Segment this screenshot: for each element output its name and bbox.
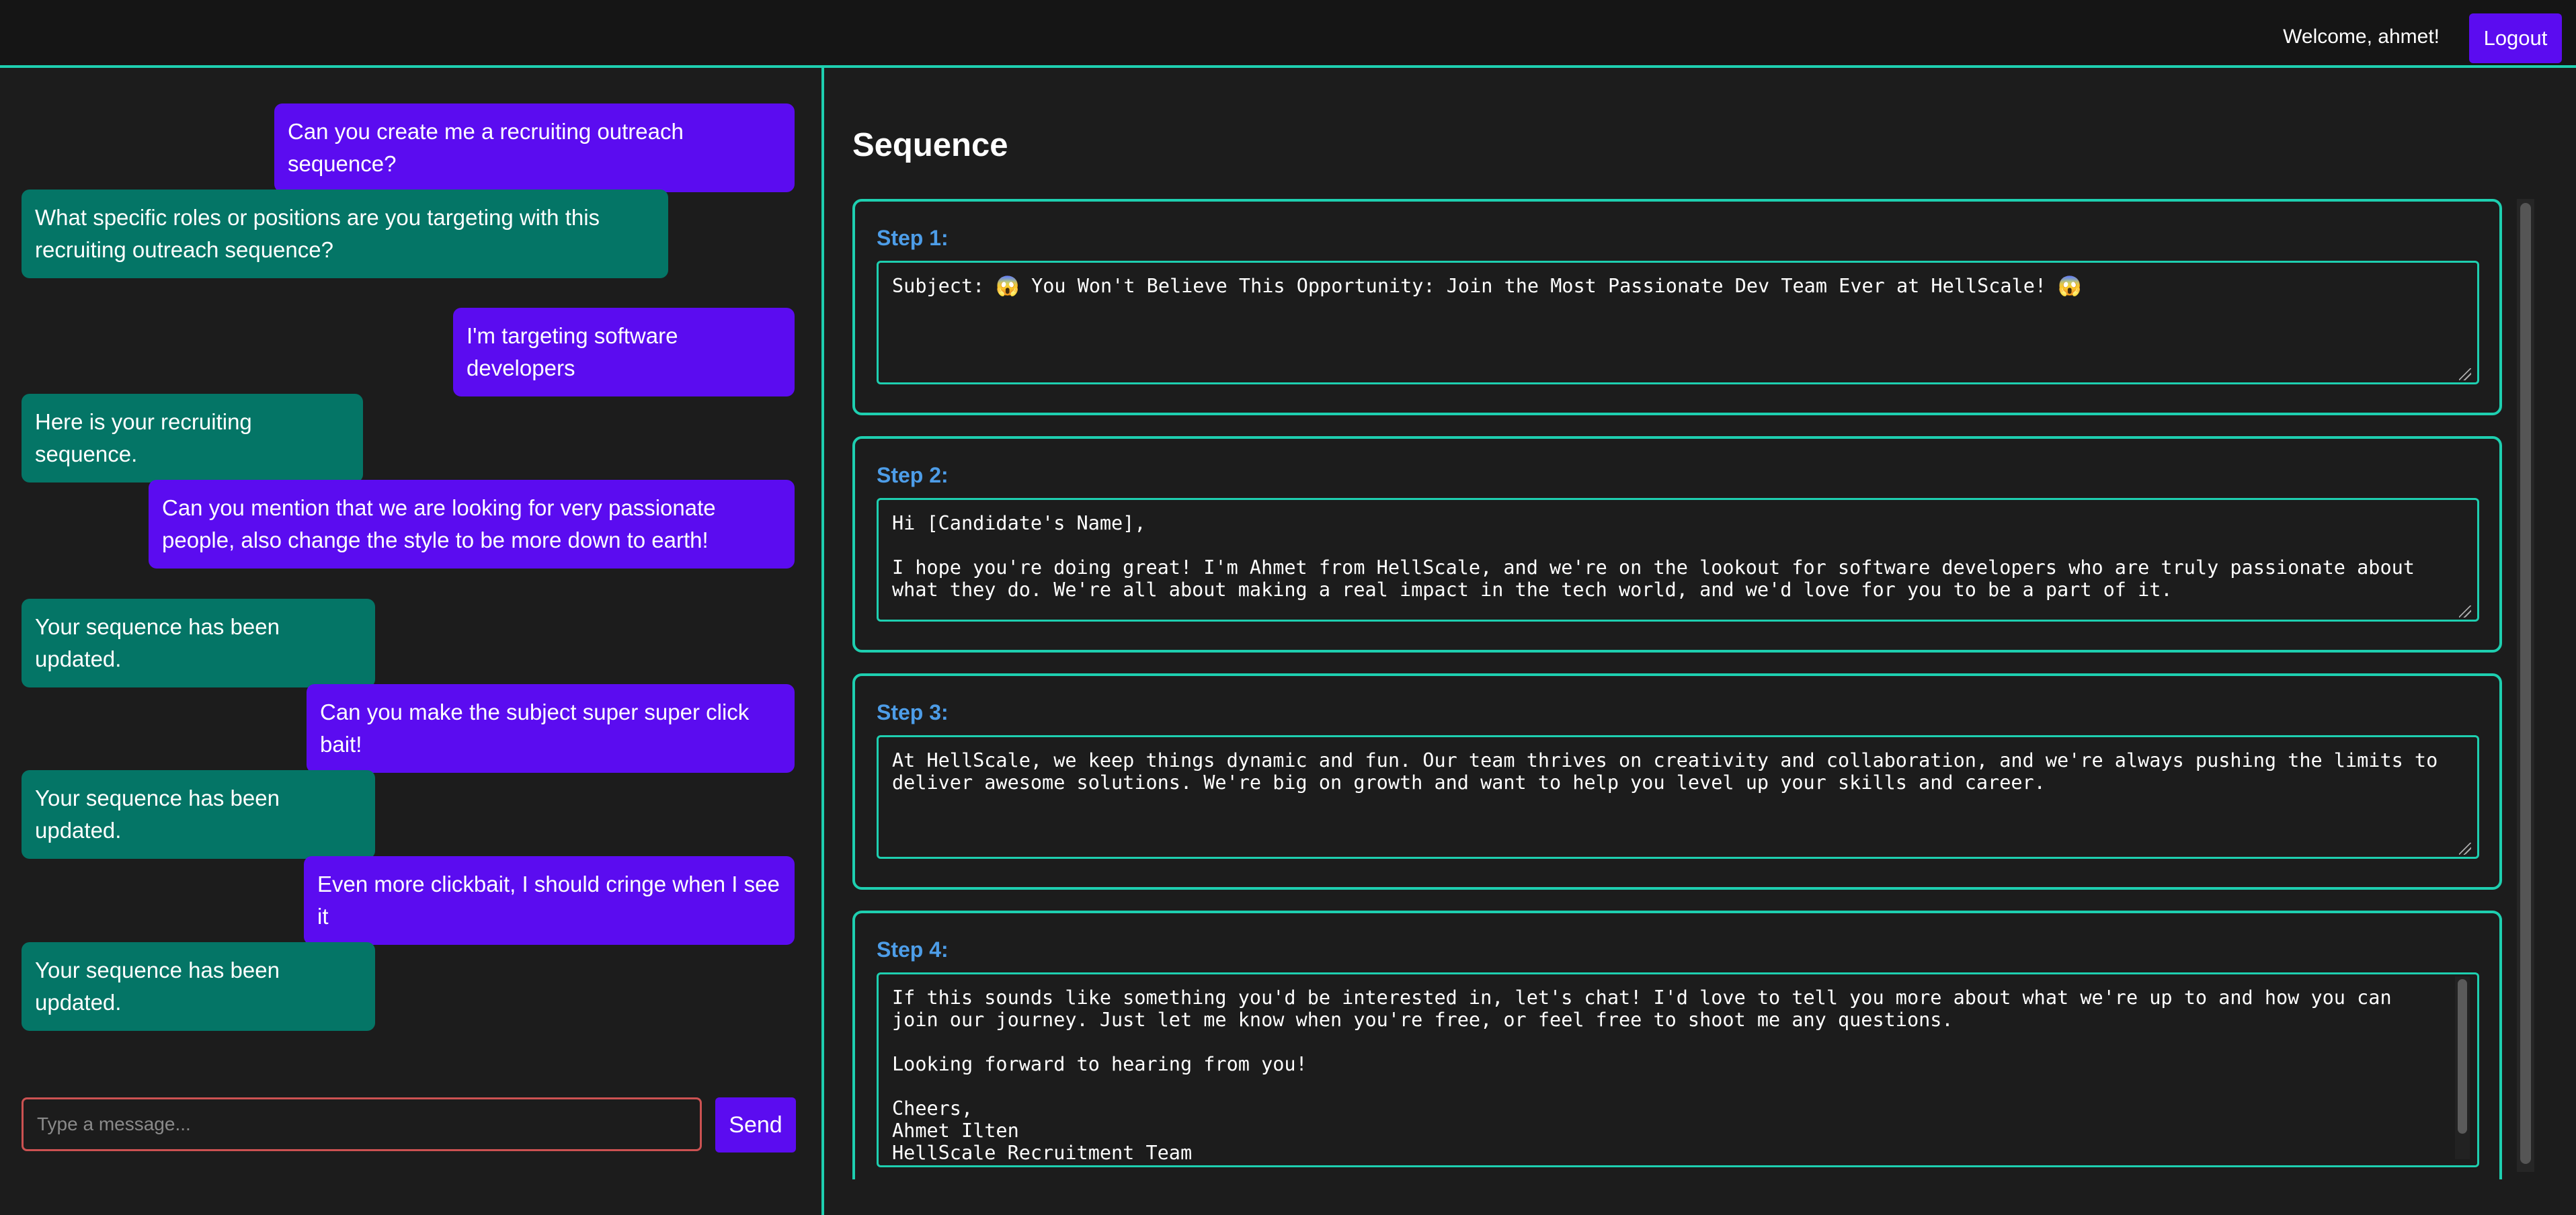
resize-handle-icon[interactable] xyxy=(2459,605,2471,618)
resize-handle-icon[interactable] xyxy=(2459,843,2471,855)
step-card: Step 2: Hi [Candidate's Name], I hope yo… xyxy=(852,436,2502,653)
chat-message-user: Can you mention that we are looking for … xyxy=(149,480,795,569)
step-text-area[interactable]: At HellScale, we keep things dynamic and… xyxy=(877,735,2479,859)
welcome-text: Welcome, ahmet! xyxy=(2283,26,2440,48)
step-text-area[interactable]: If this sounds like something you'd be i… xyxy=(877,972,2479,1167)
chat-message-bot: Your sequence has been updated. xyxy=(22,599,375,687)
send-button[interactable]: Send xyxy=(715,1097,796,1153)
sequence-scroll-thumb[interactable] xyxy=(2520,203,2531,1164)
chat-message-bot: What specific roles or positions are you… xyxy=(22,190,668,278)
step-label: Step 3: xyxy=(877,700,949,724)
textarea-scroll-thumb[interactable] xyxy=(2458,979,2467,1134)
step-card: Step 1: Subject: 😱 You Won't Believe Thi… xyxy=(852,199,2502,415)
resize-handle-icon[interactable] xyxy=(2459,368,2471,380)
step-text-area[interactable]: Hi [Candidate's Name], I hope you're doi… xyxy=(877,498,2479,622)
chat-message-user: Can you make the subject super super cli… xyxy=(307,684,795,773)
step-label: Step 2: xyxy=(877,463,949,487)
message-input[interactable] xyxy=(22,1097,702,1151)
sequence-scrollbar[interactable] xyxy=(2517,199,2534,1172)
chat-message-user: Even more clickbait, I should cringe whe… xyxy=(304,856,795,945)
step-card: Step 3: At HellScale, we keep things dyn… xyxy=(852,673,2502,890)
step-card: Step 4: If this sounds like something yo… xyxy=(852,911,2502,1179)
chat-message-bot: Your sequence has been updated. xyxy=(22,770,375,859)
chat-message-bot: Your sequence has been updated. xyxy=(22,942,375,1031)
textarea-scrollbar[interactable] xyxy=(2455,976,2470,1159)
sequence-title: Sequence xyxy=(852,127,1008,163)
chat-message-bot: Here is your recruiting sequence. xyxy=(22,394,363,483)
logout-button[interactable]: Logout xyxy=(2469,13,2562,63)
step-label: Step 4: xyxy=(877,937,949,962)
step-label: Step 1: xyxy=(877,226,949,250)
chat-message-user: Can you create me a recruiting outreach … xyxy=(274,103,795,192)
step-text-area[interactable]: Subject: 😱 You Won't Believe This Opport… xyxy=(877,261,2479,384)
top-bar: Welcome, ahmet! Logout xyxy=(0,0,2576,68)
chat-message-user: I'm targeting software developers xyxy=(453,308,795,396)
